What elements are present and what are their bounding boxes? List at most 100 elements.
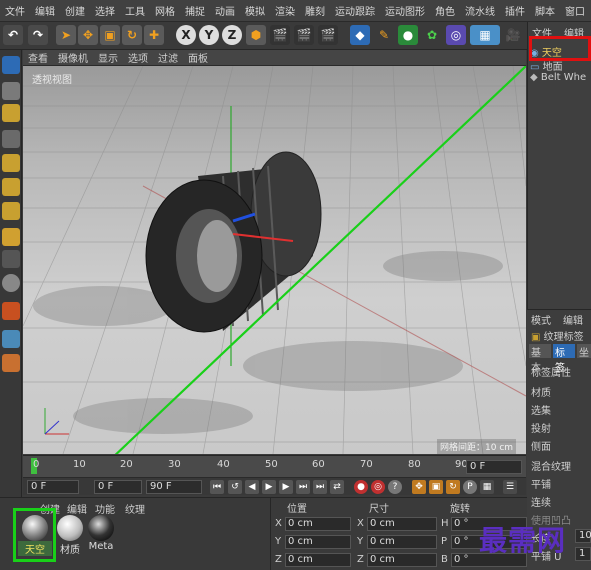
attr-row-material[interactable]: 材质 bbox=[531, 384, 551, 399]
3d-viewport[interactable] bbox=[23, 66, 526, 454]
menu-window[interactable]: 窗口 bbox=[560, 3, 590, 18]
size-x-field[interactable]: 0 cm bbox=[367, 517, 437, 531]
attr-menu-edit[interactable]: 编辑 bbox=[563, 312, 583, 327]
camera-icon[interactable]: 🎥 bbox=[503, 25, 523, 45]
axis-mode-icon[interactable] bbox=[2, 228, 20, 246]
menu-character[interactable]: 角色 bbox=[430, 3, 460, 18]
y-axis-button[interactable]: Y bbox=[199, 25, 219, 45]
tweak-icon[interactable] bbox=[2, 250, 20, 268]
workplane-icon[interactable] bbox=[2, 130, 20, 148]
material-default[interactable]: 材质 bbox=[55, 515, 85, 556]
key-rotation-icon[interactable]: ↻ bbox=[446, 480, 460, 494]
material-metal[interactable]: Meta bbox=[86, 515, 116, 552]
menu-create[interactable]: 创建 bbox=[60, 3, 90, 18]
go-to-end-icon[interactable]: ⏭ bbox=[296, 480, 310, 494]
scale-icon[interactable]: ▣ bbox=[100, 25, 120, 45]
snap-icon[interactable] bbox=[2, 274, 20, 292]
menu-edit[interactable]: 编辑 bbox=[30, 3, 60, 18]
start-frame-field[interactable]: 0 F bbox=[27, 480, 79, 494]
menu-simulate[interactable]: 模拟 bbox=[240, 3, 270, 18]
menu-sculpt[interactable]: 雕刻 bbox=[300, 3, 330, 18]
attr-row-projection[interactable]: 投射 bbox=[531, 420, 551, 435]
x-axis-button[interactable]: X bbox=[176, 25, 196, 45]
menu-animate[interactable]: 动画 bbox=[210, 3, 240, 18]
subdivision-icon[interactable]: ● bbox=[398, 25, 418, 45]
tile-u-field[interactable]: 1 bbox=[575, 547, 591, 561]
cube-icon[interactable]: ◆ bbox=[350, 25, 370, 45]
menu-motion-tracking[interactable]: 运动跟踪 bbox=[330, 3, 380, 18]
undo-icon[interactable]: ↶ bbox=[3, 25, 23, 45]
viewport-menu-panel[interactable]: 面板 bbox=[183, 50, 213, 65]
keyframe-selection-icon[interactable]: ? bbox=[388, 480, 402, 494]
magnet-icon[interactable] bbox=[2, 302, 20, 320]
menu-mesh[interactable]: 网格 bbox=[150, 3, 180, 18]
render-settings-icon[interactable]: 🎬 bbox=[318, 25, 338, 45]
go-to-last-icon[interactable]: ⏭ bbox=[313, 480, 327, 494]
rotate-icon[interactable]: ↻ bbox=[122, 25, 142, 45]
size-z-field[interactable]: 0 cm bbox=[367, 553, 437, 567]
play-icon[interactable]: ▶ bbox=[262, 480, 276, 494]
z-axis-button[interactable]: Z bbox=[222, 25, 242, 45]
mat-menu-function[interactable]: 功能 bbox=[95, 501, 115, 516]
attr-row-mix-textures[interactable]: 混合纹理 bbox=[531, 458, 571, 473]
key-parameter-icon[interactable]: P bbox=[463, 480, 477, 494]
floor-icon[interactable]: ▦ bbox=[470, 25, 500, 45]
position-z-field[interactable]: 0 cm bbox=[285, 553, 351, 567]
auto-key-icon[interactable]: ◎ bbox=[371, 480, 385, 494]
tab-basic[interactable]: 基本 bbox=[529, 344, 551, 374]
coordinate-system-icon[interactable]: ⬢ bbox=[246, 25, 266, 45]
current-frame-field[interactable]: 0 F bbox=[466, 460, 522, 474]
menu-snap[interactable]: 捕捉 bbox=[180, 3, 210, 18]
add-icon[interactable]: ✚ bbox=[144, 25, 164, 45]
viewport-menu-display[interactable]: 显示 bbox=[93, 50, 123, 65]
render-picture-icon[interactable]: 🎬 bbox=[294, 25, 314, 45]
step-back-icon[interactable]: ◀ bbox=[245, 480, 259, 494]
pen-icon[interactable]: ✎ bbox=[374, 25, 394, 45]
menu-script[interactable]: 脚本 bbox=[530, 3, 560, 18]
wheel-object[interactable] bbox=[145, 151, 322, 333]
current-frame-input[interactable]: 0 F bbox=[94, 480, 142, 494]
timeline-menu-icon[interactable]: ☰ bbox=[503, 480, 517, 494]
select-arrow-icon[interactable]: ➤ bbox=[56, 25, 76, 45]
om-item-belt-wheel[interactable]: ◆ Belt Whe bbox=[530, 72, 586, 83]
render-view-icon[interactable]: 🎬 bbox=[270, 25, 290, 45]
texture-mode-icon[interactable] bbox=[2, 104, 20, 122]
array-icon[interactable]: ✿ bbox=[422, 25, 442, 45]
menu-select[interactable]: 选择 bbox=[90, 3, 120, 18]
mat-menu-edit[interactable]: 编辑 bbox=[67, 501, 87, 516]
menu-render[interactable]: 渲染 bbox=[270, 3, 300, 18]
viewport-menu-view[interactable]: 查看 bbox=[23, 50, 53, 65]
attr-row-tile[interactable]: 平铺 bbox=[531, 476, 551, 491]
position-y-field[interactable]: 0 cm bbox=[285, 535, 351, 549]
attr-menu-mode[interactable]: 模式 bbox=[531, 312, 551, 327]
menu-pipeline[interactable]: 流水线 bbox=[460, 3, 500, 18]
polygons-mode-icon[interactable] bbox=[2, 202, 20, 220]
make-editable-icon[interactable] bbox=[2, 56, 20, 74]
viewport-menu-cameras[interactable]: 摄像机 bbox=[53, 50, 93, 65]
position-x-field[interactable]: 0 cm bbox=[285, 517, 351, 531]
go-to-start-icon[interactable]: ⏮ bbox=[210, 480, 224, 494]
length-field[interactable]: 10 bbox=[575, 529, 591, 543]
key-pla-icon[interactable]: ▦ bbox=[480, 480, 494, 494]
attr-row-selection[interactable]: 选集 bbox=[531, 402, 551, 417]
edges-mode-icon[interactable] bbox=[2, 178, 20, 196]
key-position-icon[interactable]: ✥ bbox=[412, 480, 426, 494]
attr-row-seamless[interactable]: 连续 bbox=[531, 494, 551, 509]
model-mode-icon[interactable] bbox=[2, 82, 20, 100]
symmetry-icon[interactable] bbox=[2, 354, 20, 372]
deformer-icon[interactable]: ◎ bbox=[446, 25, 466, 45]
key-scale-icon[interactable]: ▣ bbox=[429, 480, 443, 494]
tab-tag[interactable]: 标签 bbox=[553, 344, 575, 374]
loop-icon[interactable]: ↺ bbox=[228, 480, 242, 494]
record-keys-icon[interactable]: ● bbox=[354, 480, 368, 494]
redo-icon[interactable]: ↷ bbox=[28, 25, 48, 45]
timeline[interactable]: 0 10 20 30 40 50 60 70 80 90 0 F bbox=[23, 455, 526, 477]
menu-mograph[interactable]: 运动图形 bbox=[380, 3, 430, 18]
viewport-menu-options[interactable]: 选项 bbox=[123, 50, 153, 65]
menu-plugins[interactable]: 插件 bbox=[500, 3, 530, 18]
size-y-field[interactable]: 0 cm bbox=[367, 535, 437, 549]
attr-row-side[interactable]: 侧面 bbox=[531, 438, 551, 453]
menu-tools[interactable]: 工具 bbox=[120, 3, 150, 18]
step-forward-icon[interactable]: ▶ bbox=[279, 480, 293, 494]
end-frame-field[interactable]: 90 F bbox=[146, 480, 202, 494]
